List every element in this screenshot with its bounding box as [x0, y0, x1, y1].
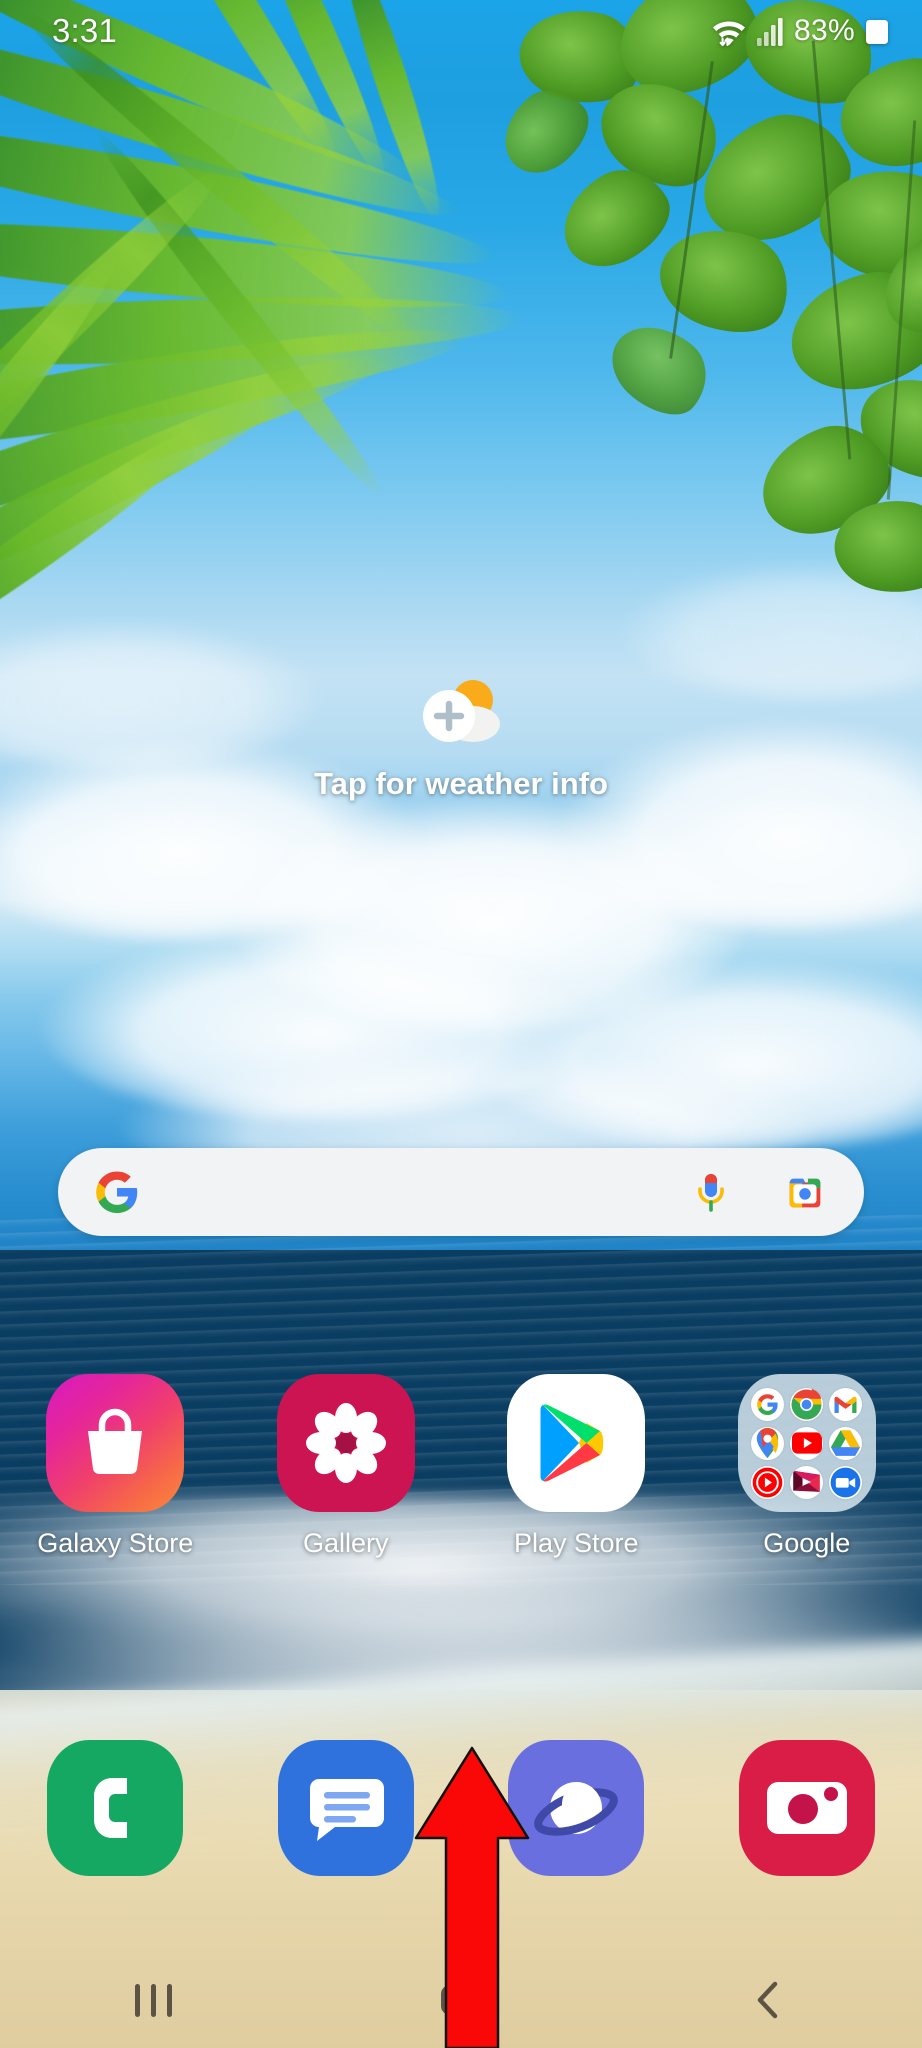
weather-widget-label: Tap for weather info — [314, 766, 608, 801]
battery-percent-label: 83% — [794, 14, 855, 47]
wifi-icon — [710, 14, 748, 48]
play-store-icon[interactable] — [507, 1374, 646, 1512]
folder-item-gmail[interactable] — [829, 1387, 863, 1421]
app-label: Play Store — [513, 1528, 639, 1558]
dock-app-camera[interactable] — [692, 1740, 922, 1876]
recent-apps-icon[interactable] — [135, 1983, 173, 2017]
phone-icon[interactable] — [47, 1740, 184, 1876]
app-galaxy-store[interactable]: Galaxy Store — [0, 1374, 231, 1559]
folder-item-meet[interactable] — [829, 1465, 863, 1499]
google-lens-icon[interactable] — [782, 1169, 828, 1215]
camera-icon[interactable] — [738, 1740, 875, 1876]
nav-recents-button[interactable] — [0, 1983, 307, 2017]
gallery-icon[interactable] — [276, 1374, 415, 1512]
app-grid: Galaxy Store Gallery Play Store Google — [0, 1374, 922, 1559]
folder-item-youtube-music[interactable] — [751, 1465, 785, 1499]
app-label: Google — [763, 1528, 851, 1558]
status-indicators: 83% — [710, 14, 892, 48]
google-folder-icon[interactable] — [737, 1374, 876, 1512]
dock-app-phone[interactable] — [0, 1740, 231, 1876]
search-input[interactable] — [140, 1148, 690, 1236]
galaxy-store-icon[interactable] — [46, 1374, 185, 1512]
signal-icon — [757, 16, 785, 46]
app-label: Gallery — [302, 1528, 389, 1558]
back-icon[interactable] — [751, 1979, 785, 2021]
red-arrow-up-annotation — [412, 1745, 532, 2048]
app-gallery[interactable]: Gallery — [231, 1374, 462, 1559]
google-g-icon — [94, 1169, 140, 1215]
home-screen: 3:31 83% Tap for weather info Galaxy Sto… — [0, 0, 922, 2048]
microphone-icon[interactable] — [690, 1169, 736, 1215]
app-label: Galaxy Store — [37, 1528, 194, 1558]
google-search-bar[interactable] — [58, 1148, 864, 1236]
partly-cloudy-plus-icon — [415, 676, 507, 750]
messages-icon[interactable] — [277, 1740, 414, 1876]
folder-item-drive[interactable] — [829, 1426, 863, 1460]
battery-icon — [864, 16, 892, 46]
folder-item-chrome[interactable] — [790, 1387, 824, 1421]
folder-item-google[interactable] — [751, 1387, 785, 1421]
status-bar: 3:31 83% — [0, 0, 922, 62]
weather-widget[interactable]: Tap for weather info — [0, 676, 922, 802]
folder-item-youtube[interactable] — [790, 1426, 824, 1460]
app-google-folder[interactable]: Google — [692, 1374, 922, 1559]
folder-item-play-movies[interactable] — [790, 1465, 824, 1499]
app-play-store[interactable]: Play Store — [461, 1374, 692, 1559]
status-clock: 3:31 — [52, 12, 118, 49]
nav-back-button[interactable] — [615, 1979, 922, 2021]
folder-item-maps[interactable] — [751, 1426, 785, 1460]
